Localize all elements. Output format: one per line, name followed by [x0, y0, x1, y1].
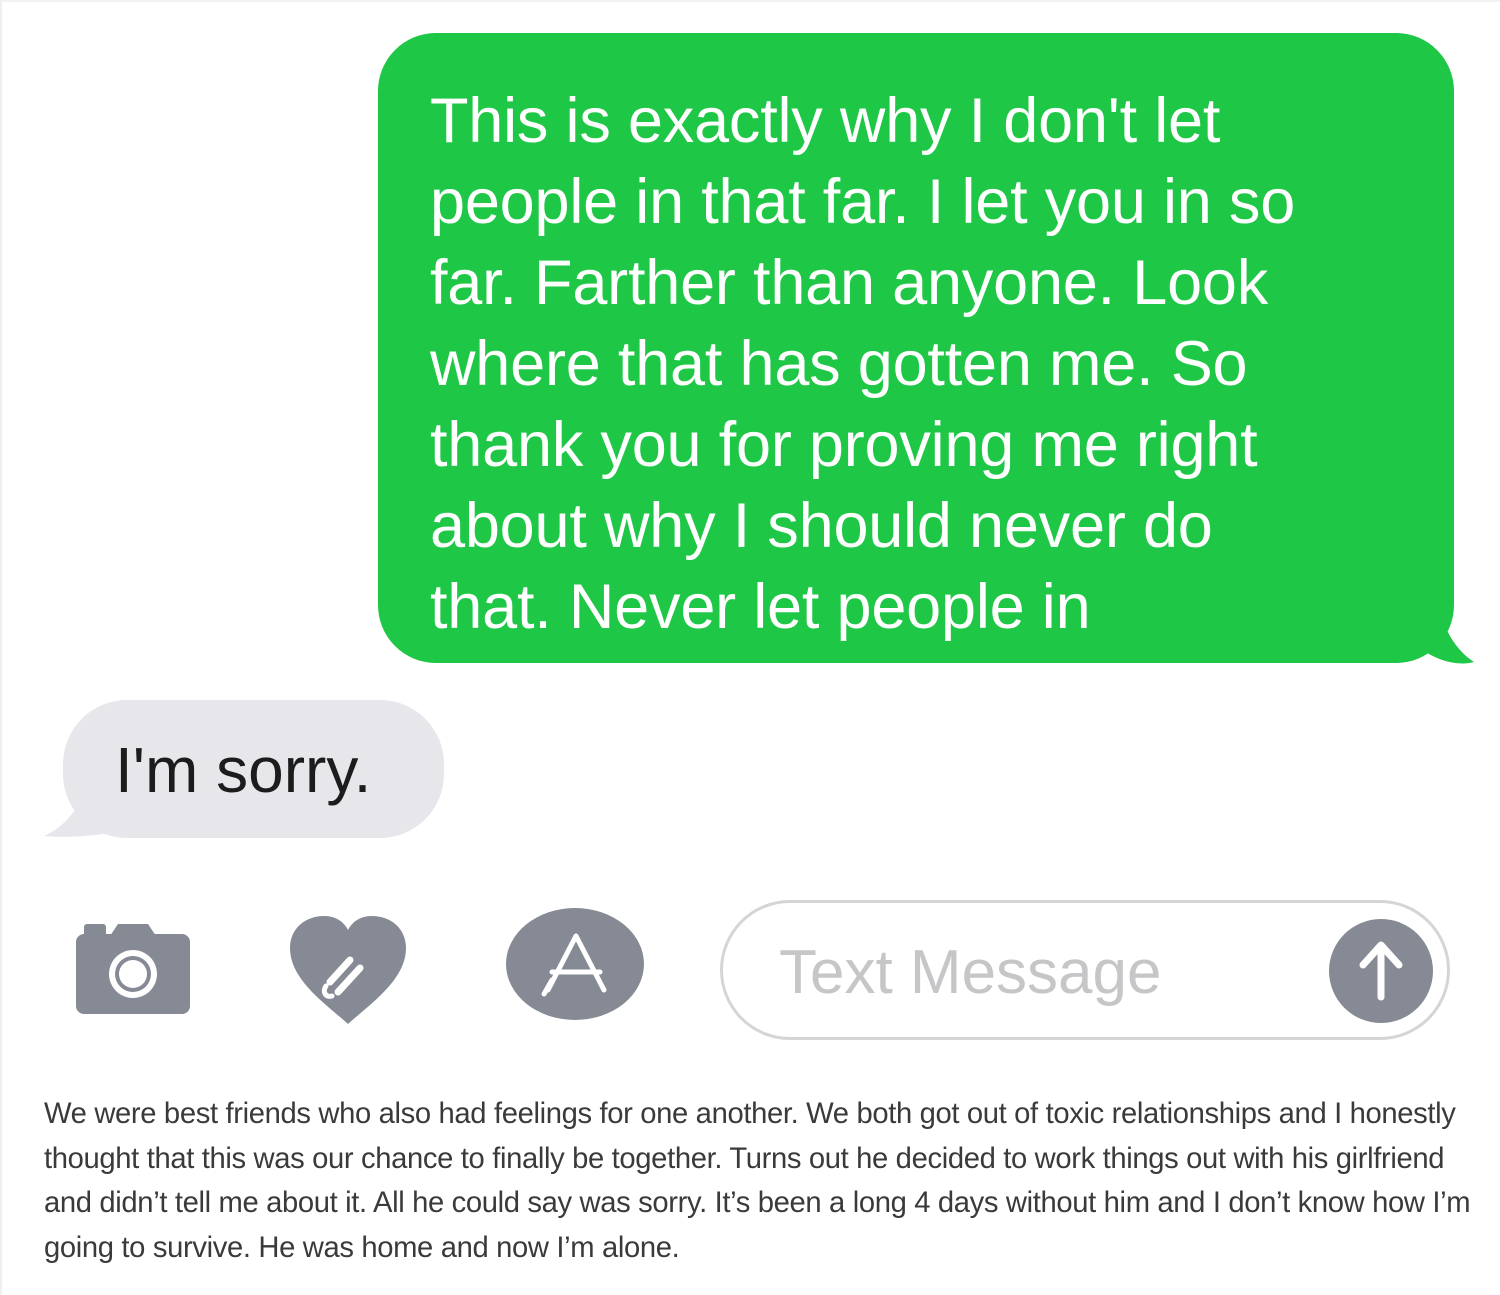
top-divider	[0, 0, 1500, 2]
text-message-input[interactable]: Text Message	[720, 900, 1450, 1040]
left-edge-divider	[0, 0, 2, 1295]
app-store-icon[interactable]	[504, 906, 646, 1022]
digital-touch-heart-icon[interactable]	[286, 912, 410, 1028]
camera-icon[interactable]	[74, 920, 192, 1016]
sent-message-bubble: This is exactly why I don't let people i…	[378, 33, 1454, 663]
story-caption: We were best friends who also had feelin…	[44, 1098, 1471, 1264]
received-message-bubble: I'm sorry.	[63, 700, 444, 838]
received-message-text: I'm sorry.	[115, 734, 372, 806]
text-message-placeholder: Text Message	[779, 938, 1162, 1007]
sent-message-text: This is exactly why I don't let people i…	[430, 86, 1296, 642]
send-button[interactable]	[1329, 919, 1433, 1023]
